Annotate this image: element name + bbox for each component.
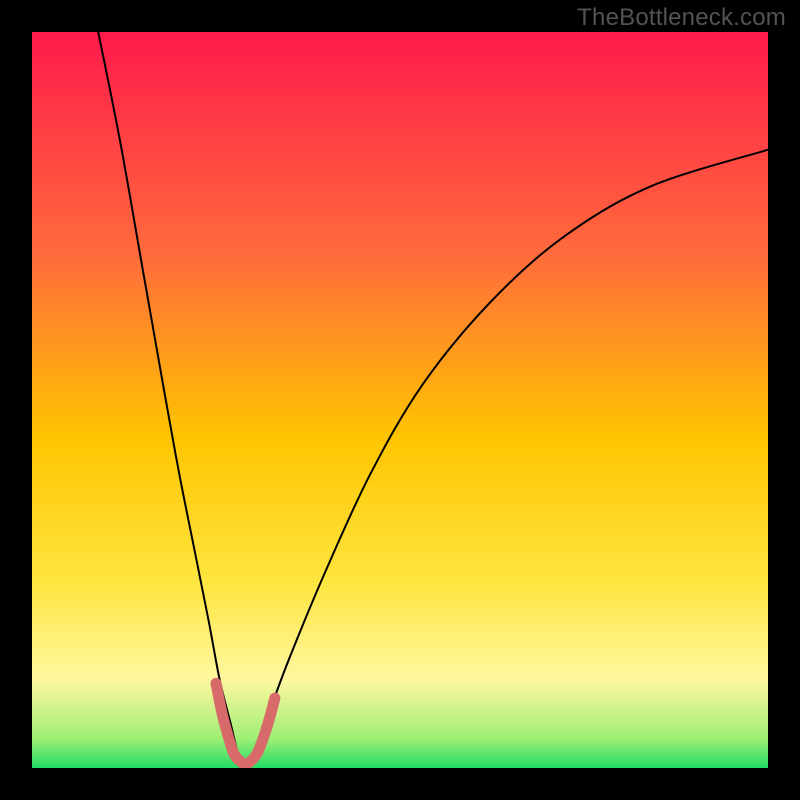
bottleneck-chart	[0, 0, 800, 800]
chart-frame: TheBottleneck.com	[0, 0, 800, 800]
watermark-text: TheBottleneck.com	[577, 4, 786, 32]
gradient-background	[32, 32, 768, 768]
